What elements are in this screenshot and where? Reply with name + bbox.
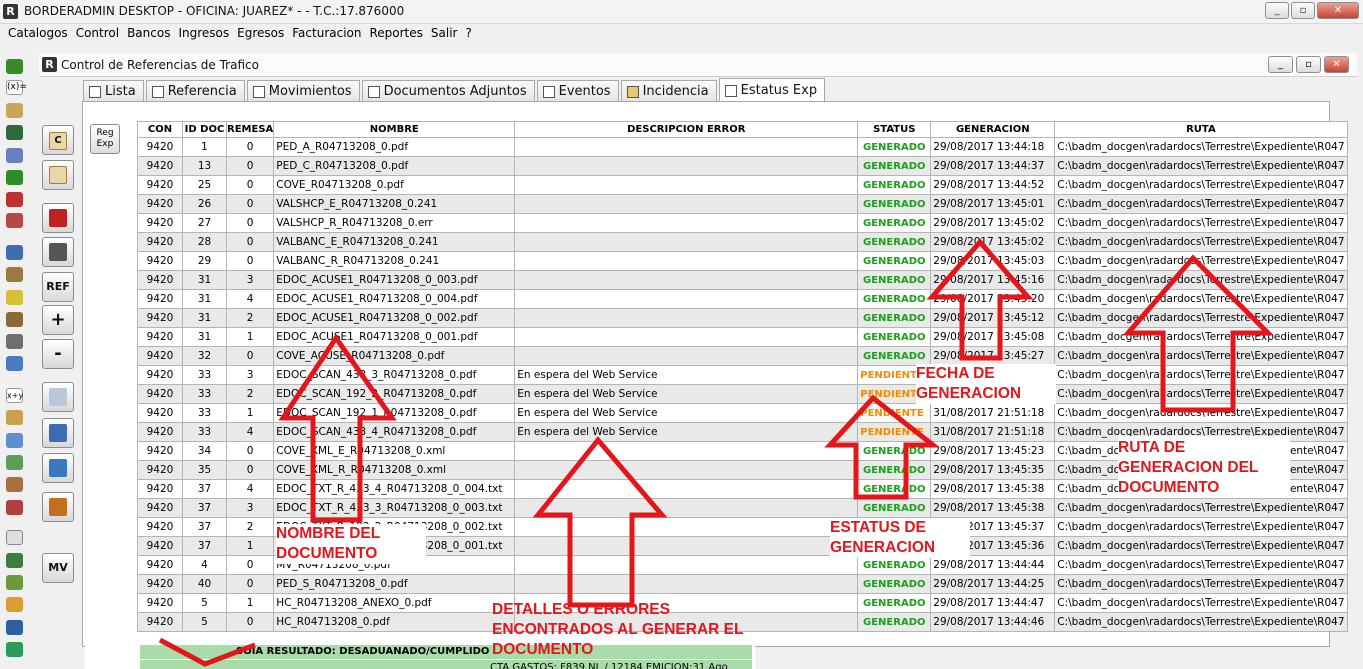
arrow-estatus (824, 394, 941, 500)
callout-nombre: NOMBRE DEL DOCUMENTO (276, 524, 426, 564)
arrow-ruta (1122, 254, 1275, 413)
callout-ruta: RUTA DE GENERACION DEL DOCUMENTO (1118, 436, 1290, 498)
annotation-arrows (158, 238, 1275, 667)
callout-estatus: ESTATUS DE GENERACION (830, 518, 970, 558)
callout-fecha: FECHA DE GENERACION (916, 364, 1056, 404)
arrow-nombre (278, 333, 397, 523)
arrow-bottom-left (158, 637, 256, 667)
arrow-fecha (926, 238, 1034, 361)
callout-detalles: DETALLES O ERRORES ENCONTRADOS AL GENERA… (492, 601, 744, 658)
arrow-detalles (532, 436, 668, 608)
